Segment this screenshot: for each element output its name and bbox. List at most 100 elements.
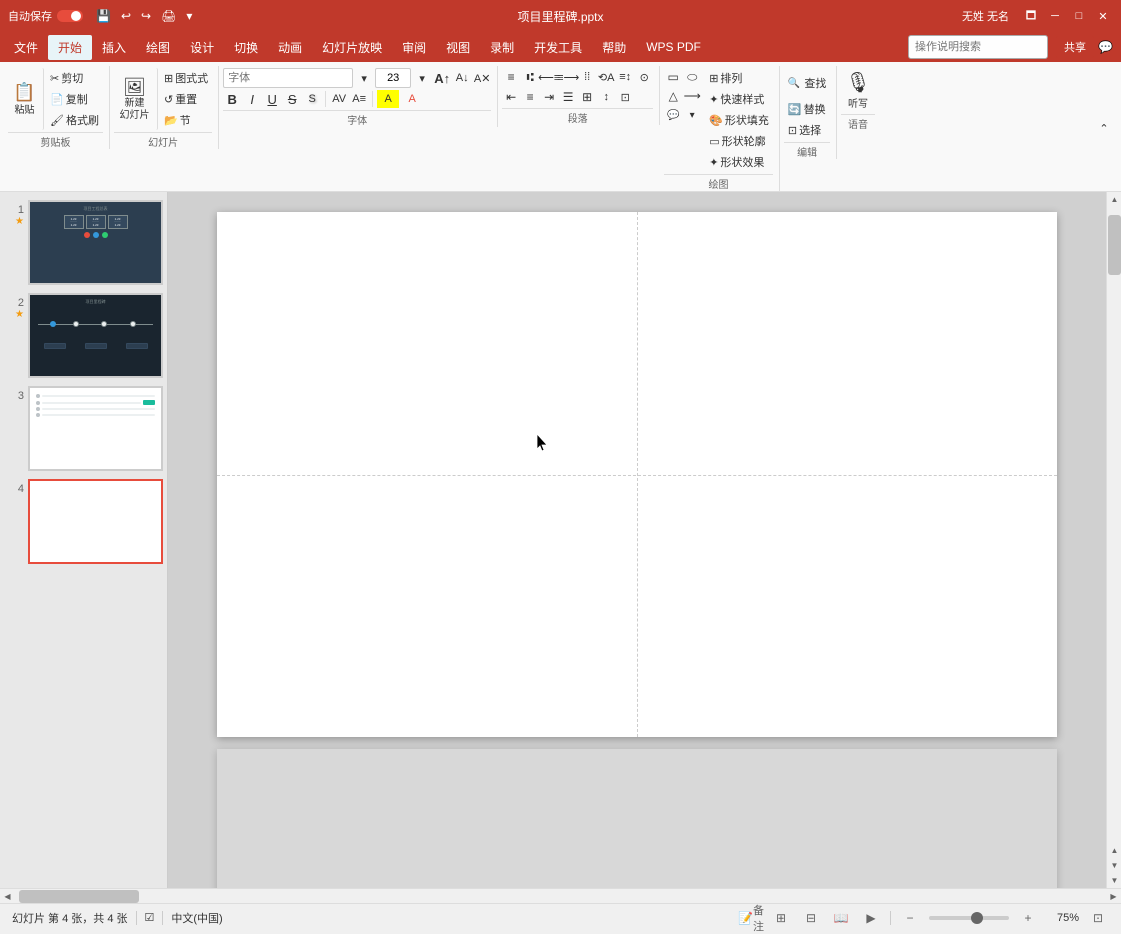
increase-font-button[interactable]: A↑ (433, 69, 451, 87)
scroll-thumb-horizontal[interactable] (19, 890, 139, 903)
copy-button[interactable]: 📄 复制 (46, 89, 103, 109)
slide-sorter-button[interactable]: ⊟ (800, 907, 822, 929)
font-name-input[interactable] (223, 68, 353, 88)
fit-window-button[interactable]: ⊡ (1087, 907, 1109, 929)
font-color-button[interactable]: A (401, 90, 423, 108)
list-item[interactable]: 2 ★ 项目里程碑 (4, 293, 163, 378)
scroll-right-button[interactable]: ▶ (1106, 889, 1121, 904)
font-size-input[interactable] (375, 68, 411, 88)
menu-transition[interactable]: 切换 (224, 35, 268, 60)
list-item[interactable]: 1 ★ 项目工程总表 1.23 ───── 1.23 (4, 200, 163, 285)
indent-decrease-button[interactable]: ⟵≡ (540, 68, 558, 86)
list-item[interactable]: 3 ★ (4, 386, 163, 471)
align-left-button[interactable]: ⇤ (502, 88, 520, 106)
shape-effect-button[interactable]: ✦ 形状效果 (705, 152, 773, 172)
font-dropdown-button[interactable]: ▾ (355, 69, 373, 87)
decrease-font-button[interactable]: A↓ (453, 69, 471, 87)
italic-button[interactable]: I (243, 90, 261, 108)
shape-outline-button[interactable]: ▭ 形状轮廓 (705, 131, 773, 151)
undo-icon[interactable]: ↩ (117, 7, 135, 25)
menu-help[interactable]: 帮助 (592, 35, 636, 60)
zoom-slider[interactable] (929, 916, 1009, 920)
quick-style-button[interactable]: ✦ 快速样式 (705, 89, 773, 109)
slide-thumbnail-3[interactable] (28, 386, 163, 471)
close-button[interactable]: ✕ (1093, 6, 1113, 26)
scroll-down-small-button[interactable]: ▼ (1107, 858, 1121, 873)
maximize-button[interactable]: □ (1069, 6, 1089, 26)
scroll-up-small-button[interactable]: ▲ (1107, 843, 1121, 858)
scroll-down-button[interactable]: ▼ (1107, 873, 1121, 888)
menu-file[interactable]: 文件 (4, 35, 48, 60)
section-button[interactable]: 📂 节 (160, 110, 212, 130)
menu-view[interactable]: 视图 (436, 35, 480, 60)
zoom-out-button[interactable]: − (899, 907, 921, 929)
slideshow-button[interactable]: ▶ (860, 907, 882, 929)
menu-design[interactable]: 设计 (180, 35, 224, 60)
text-direction2-button[interactable]: ⟲A (597, 68, 615, 86)
arrange-button[interactable]: ⊞ 排列 (705, 68, 773, 88)
paste-button[interactable]: 📋 粘贴 (8, 68, 44, 130)
find-button[interactable]: 🔍 查找 (784, 68, 830, 98)
scroll-left-button[interactable]: ◀ (0, 889, 15, 904)
menu-developer[interactable]: 开发工具 (524, 35, 592, 60)
slide-thumbnail-1[interactable]: 项目工程总表 1.23 ───── 1.23 1.23 ───── 1.23 (28, 200, 163, 285)
justify-button[interactable]: ☰ (559, 88, 577, 106)
shape-callout-button[interactable]: 💬 (664, 106, 682, 124)
menu-wps-pdf[interactable]: WPS PDF (636, 36, 711, 58)
menu-animation[interactable]: 动画 (268, 35, 312, 60)
normal-view-button[interactable]: ⊞ (770, 907, 792, 929)
customize-icon[interactable]: ▾ (182, 7, 196, 25)
redo-icon[interactable]: ↪ (137, 7, 155, 25)
shape-arrow-button[interactable]: ⟶ (683, 87, 701, 105)
bullet-list-button[interactable]: ≡ (502, 68, 520, 86)
cut-button[interactable]: ✂ 剪切 (46, 68, 103, 88)
slide-canvas[interactable] (217, 212, 1057, 737)
ribbon-collapse-button[interactable]: ⌃ (1095, 120, 1113, 138)
highlight-button[interactable]: A (377, 90, 399, 108)
scroll-up-button[interactable]: ▲ (1107, 192, 1121, 207)
autosave-toggle[interactable]: 自动保存 (8, 8, 84, 24)
numbered-list-button[interactable]: ⑆ (521, 68, 539, 86)
shape-fill-button[interactable]: 🎨 形状填充 (705, 110, 773, 130)
align-center-button[interactable]: ≡ (521, 88, 539, 106)
character-spacing-button[interactable]: AV (330, 90, 348, 108)
save-icon[interactable]: 💾 (92, 7, 115, 25)
line-spacing-button[interactable]: ↕ (597, 88, 615, 106)
bold-button[interactable]: B (223, 90, 241, 108)
autosave-switch[interactable] (56, 9, 84, 23)
shadow-button[interactable]: S (303, 90, 321, 108)
slide-thumbnail-2[interactable]: 项目里程碑 (28, 293, 163, 378)
dictate-button[interactable]: 🎙 听写 (841, 68, 874, 112)
scroll-thumb-vertical[interactable] (1108, 215, 1121, 275)
shape-more-button[interactable]: ▾ (683, 106, 701, 124)
minimize-button[interactable]: ─ (1045, 6, 1065, 26)
shape-oval-button[interactable]: ⬭ (683, 68, 701, 86)
reading-view-button[interactable]: 📖 (830, 907, 852, 929)
smartart-button[interactable]: ⊙ (635, 68, 653, 86)
columns-button[interactable]: ⁞⁞ (578, 68, 596, 86)
new-slide-button[interactable]: 🖼 新建幻灯片 (114, 68, 158, 130)
restore-window-button[interactable]: 🗖 (1021, 6, 1041, 26)
zoom-in-button[interactable]: + (1017, 907, 1039, 929)
text-direction-button[interactable]: A≡ (350, 90, 368, 108)
menu-record[interactable]: 录制 (480, 35, 524, 60)
slide-thumbnail-4[interactable] (28, 479, 163, 564)
search-input[interactable] (908, 35, 1048, 59)
format-painter-button[interactable]: 🖌 格式刷 (46, 110, 103, 130)
list-item[interactable]: 4 ★ (4, 479, 163, 564)
clear-format-button[interactable]: A✕ (473, 69, 491, 87)
shape-rect-button[interactable]: ▭ (664, 68, 682, 86)
strikethrough-button[interactable]: S (283, 90, 301, 108)
menu-insert[interactable]: 插入 (92, 35, 136, 60)
align-v-center-button[interactable]: ⊞ (578, 88, 596, 106)
print-icon[interactable]: 🖨 (157, 7, 180, 25)
reset-button[interactable]: ↺ 重置 (160, 89, 212, 109)
menu-draw[interactable]: 绘图 (136, 35, 180, 60)
font-size-dropdown[interactable]: ▾ (413, 69, 431, 87)
comments-button[interactable]: 💬 (1094, 38, 1117, 56)
align-right-button[interactable]: ⇥ (540, 88, 558, 106)
share-button[interactable]: 共享 (1056, 36, 1094, 58)
paragraph-expand-button[interactable]: ⊡ (616, 88, 634, 106)
menu-review[interactable]: 审阅 (392, 35, 436, 60)
canvas-area[interactable] (168, 192, 1106, 888)
